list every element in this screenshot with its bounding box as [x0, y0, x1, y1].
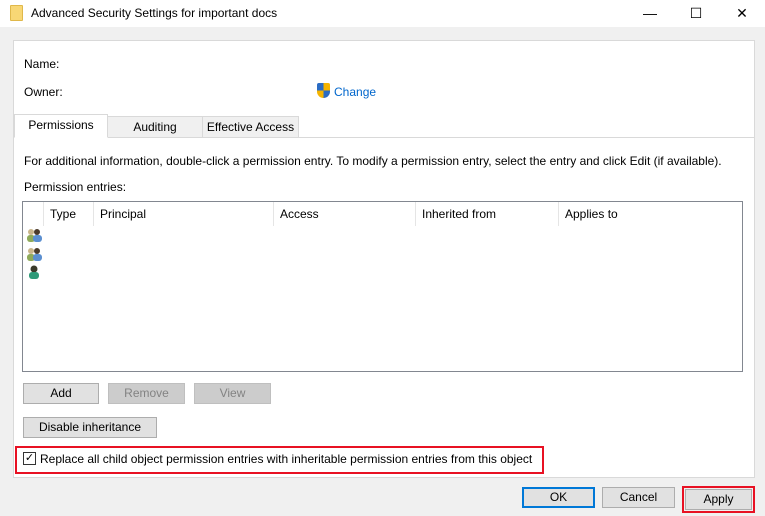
replace-child-permissions-label[interactable]: Replace all child object permission entr… [40, 452, 532, 466]
title-bar: Advanced Security Settings for important… [0, 0, 765, 27]
maximize-button[interactable]: ☐ [673, 0, 719, 27]
table-row[interactable] [26, 247, 42, 261]
ok-button[interactable]: OK [522, 487, 595, 508]
remove-button[interactable]: Remove [108, 383, 185, 404]
owner-label: Owner: [24, 85, 63, 99]
change-owner-link[interactable]: Change [334, 85, 376, 99]
replace-child-permissions-checkbox[interactable]: ✓ [23, 452, 36, 465]
minimize-button[interactable]: — [627, 0, 673, 27]
permission-entries-label: Permission entries: [24, 180, 127, 194]
column-header-access[interactable]: Access [274, 202, 416, 226]
disable-inheritance-button[interactable]: Disable inheritance [23, 417, 157, 438]
column-header-principal[interactable]: Principal [94, 202, 274, 226]
info-text: For additional information, double-click… [24, 154, 722, 168]
user-group-icon [27, 248, 42, 261]
user-group-icon [27, 229, 42, 242]
close-button[interactable]: ✕ [719, 0, 765, 27]
column-header-inherited-from[interactable]: Inherited from [416, 202, 559, 226]
cancel-button[interactable]: Cancel [602, 487, 675, 508]
column-header-type[interactable]: Type [44, 202, 94, 226]
tab-effective-access[interactable]: Effective Access [202, 116, 299, 138]
tab-permissions[interactable]: Permissions [14, 114, 108, 138]
name-label: Name: [24, 57, 60, 71]
folder-icon [10, 5, 23, 21]
column-header-icon [23, 202, 44, 226]
user-icon [29, 265, 39, 279]
window-title: Advanced Security Settings for important… [31, 6, 278, 20]
view-button[interactable]: View [194, 383, 271, 404]
table-row[interactable] [26, 228, 42, 242]
tab-auditing[interactable]: Auditing [107, 116, 203, 138]
uac-shield-icon [317, 83, 330, 98]
apply-button[interactable]: Apply [685, 489, 752, 510]
table-row[interactable] [26, 265, 42, 279]
column-header-applies-to[interactable]: Applies to [559, 202, 742, 226]
permission-entries-list[interactable]: Type Principal Access Inherited from App… [22, 201, 743, 372]
add-button[interactable]: Add [23, 383, 99, 404]
